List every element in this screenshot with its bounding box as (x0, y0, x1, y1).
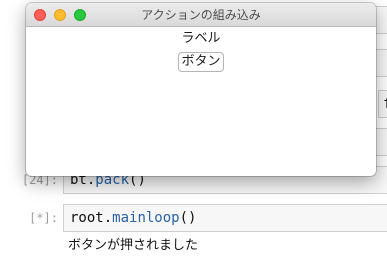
code-text: root. (70, 210, 113, 226)
cell-output: ボタンが押されました (68, 238, 199, 253)
code-text: () (179, 210, 197, 226)
code-cell[interactable]: f (378, 90, 387, 118)
cell-prompt: [*]: (29, 211, 58, 225)
tk-window: アクションの組み込み ラベル ボタン (26, 3, 376, 176)
action-button[interactable]: ボタン (178, 52, 224, 72)
code-cell[interactable]: root.mainloop() (63, 204, 387, 232)
window-titlebar[interactable]: アクションの組み込み (26, 3, 376, 27)
code-method: mainloop (112, 210, 180, 226)
window-title: アクションの組み込み (141, 8, 261, 22)
code-text: f (383, 96, 387, 112)
window-label: ラベル (181, 31, 221, 46)
